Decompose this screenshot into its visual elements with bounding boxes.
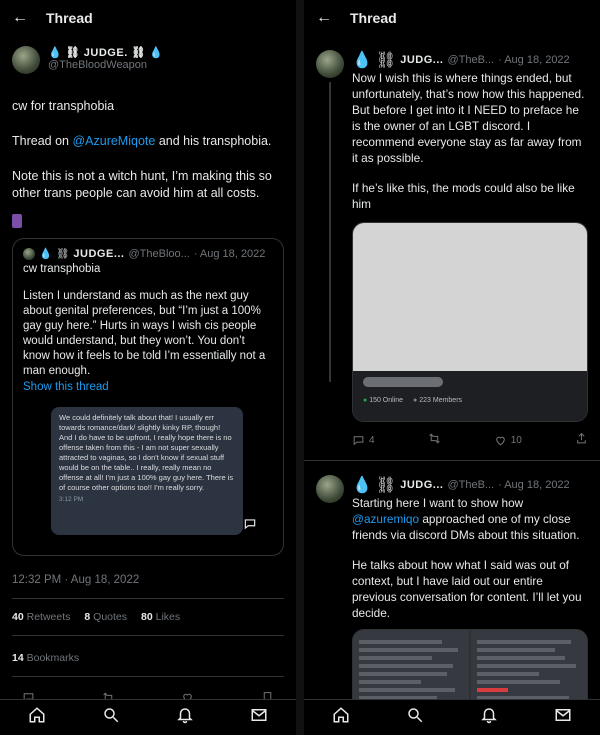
author-handle[interactable]: @TheBloodWeapon [48, 59, 164, 71]
tweet-timestamp[interactable]: 12:32 PM · Aug 18, 2022 [0, 556, 296, 586]
server-info: ● 150 Online ● 223 Members [353, 371, 587, 421]
tweet-text-2: If he’s like this, the mods could also b… [352, 181, 575, 211]
bookmarks-stat[interactable]: 14 Bookmarks [12, 635, 284, 664]
bottom-nav [304, 699, 600, 735]
heart-icon [495, 436, 505, 445]
left-thread-pane: ← Thread 💧 ⛓ JUDGE. ⛓ 💧 @TheBloodWeapon … [0, 0, 296, 735]
blood-drop-icon: 💧 [48, 47, 63, 59]
retweets-stat[interactable]: 40 Retweets [12, 611, 70, 623]
blood-drop-icon: 💧 [352, 477, 372, 494]
message-time: 3:12 PM [59, 496, 84, 503]
cw-line: cw for transphobia [12, 99, 115, 113]
reply-icon [353, 435, 364, 445]
chain-icon: ⛓ [375, 52, 397, 69]
quote-cw: cw transphobia [23, 263, 101, 275]
search-icon[interactable] [102, 706, 120, 729]
note-line: Note this is not a witch hunt, I’m makin… [12, 169, 272, 200]
mention-link[interactable]: @azuremiqo [352, 512, 419, 526]
retweet-button[interactable] [428, 432, 441, 448]
reply-icon [244, 519, 256, 530]
thread-line [329, 82, 331, 382]
redacted-image [353, 223, 587, 371]
bell-icon[interactable] [480, 706, 498, 729]
chain-icon: ⛓ [131, 47, 146, 59]
chain-icon: ⛓ [56, 248, 70, 260]
redacted-server-name [363, 377, 443, 387]
author-name[interactable]: 💧 ⛓ JUDGE. ⛓ 💧 [48, 46, 164, 59]
bell-icon[interactable] [176, 706, 194, 729]
tweet-header: 💧 ⛓ JUDG... @TheB... · Aug 18, 2022 [352, 477, 570, 494]
chain-icon: ⛓ [375, 477, 397, 494]
chain-icon: ⛓ [65, 47, 81, 59]
like-button[interactable]: 10 [494, 434, 522, 447]
header-title: Thread [350, 10, 397, 26]
message-text: We could definitely talk about that! I u… [59, 413, 234, 492]
thread-tweet[interactable]: 💧 ⛓ JUDG... @TheB... · Aug 18, 2022 Star… [304, 461, 600, 735]
quote-text: Listen I understand as much as the next … [23, 290, 266, 377]
mention-link[interactable]: @AzureMiqote [72, 134, 155, 148]
retweet-icon [428, 433, 440, 444]
tweet-text-2: He talks about how what I said was out o… [352, 558, 582, 620]
avatar[interactable] [316, 475, 344, 503]
home-icon[interactable] [332, 706, 350, 729]
quotes-stat[interactable]: 8 Quotes [84, 611, 127, 623]
avatar [23, 247, 35, 260]
likes-stat[interactable]: 80 Likes [141, 611, 180, 623]
back-arrow-icon[interactable]: ← [12, 9, 46, 27]
tweet-actions: 4 10 [352, 432, 588, 448]
server-stats: ● 150 Online ● 223 Members [363, 397, 577, 404]
scroll-emoji-icon [12, 214, 22, 228]
home-icon[interactable] [28, 706, 46, 729]
engagement-stats: 40 Retweets 8 Quotes 80 Likes [12, 598, 284, 623]
right-thread-pane: ← Thread 💧 ⛓ JUDG... @TheB... · Aug 18, … [304, 0, 600, 735]
discord-server-card[interactable]: ● 150 Online ● 223 Members [352, 222, 588, 422]
mail-icon[interactable] [250, 706, 268, 729]
tweet-text: Now I wish this is where things ended, b… [352, 71, 585, 165]
avatar[interactable] [316, 50, 344, 78]
tweet-text: Starting here I want to show how @azurem… [352, 496, 580, 542]
show-thread-link[interactable]: Show this thread [23, 381, 273, 393]
member-count: ● 223 Members [413, 397, 463, 404]
right-header: ← Thread [304, 0, 600, 36]
reply-button[interactable]: 4 [352, 434, 375, 447]
back-arrow-icon[interactable]: ← [316, 9, 350, 27]
thread-tweet[interactable]: 💧 ⛓ JUDG... @TheB... · Aug 18, 2022 Now … [304, 36, 600, 448]
left-header: ← Thread [0, 0, 296, 36]
avatar[interactable] [12, 46, 40, 74]
author-row: 💧 ⛓ JUDGE. ⛓ 💧 @TheBloodWeapon [0, 36, 296, 74]
online-count: ● 150 Online [363, 397, 404, 404]
header-title: Thread [46, 10, 93, 26]
quote-header: 💧 ⛓ JUDGE... @TheBloo... · Aug 18, 2022 [23, 247, 273, 260]
blood-drop-icon: 💧 [352, 52, 372, 69]
pane-divider [296, 0, 304, 735]
mail-icon[interactable] [554, 706, 572, 729]
discord-message-image: We could definitely talk about that! I u… [51, 407, 256, 535]
blood-drop-icon: 💧 [149, 47, 164, 59]
bottom-nav [0, 699, 296, 735]
blood-drop-icon: 💧 [39, 248, 53, 260]
quoted-tweet[interactable]: 💧 ⛓ JUDGE... @TheBloo... · Aug 18, 2022 … [12, 238, 284, 556]
tweet-header: 💧 ⛓ JUDG... @TheB... · Aug 18, 2022 [352, 52, 570, 69]
share-button[interactable] [575, 432, 588, 448]
search-icon[interactable] [406, 706, 424, 729]
tweet-text: cw for transphobia Thread on @AzureMiqot… [0, 74, 296, 228]
thread-line: Thread on @AzureMiqote and his transphob… [12, 134, 272, 148]
share-icon [577, 432, 586, 444]
